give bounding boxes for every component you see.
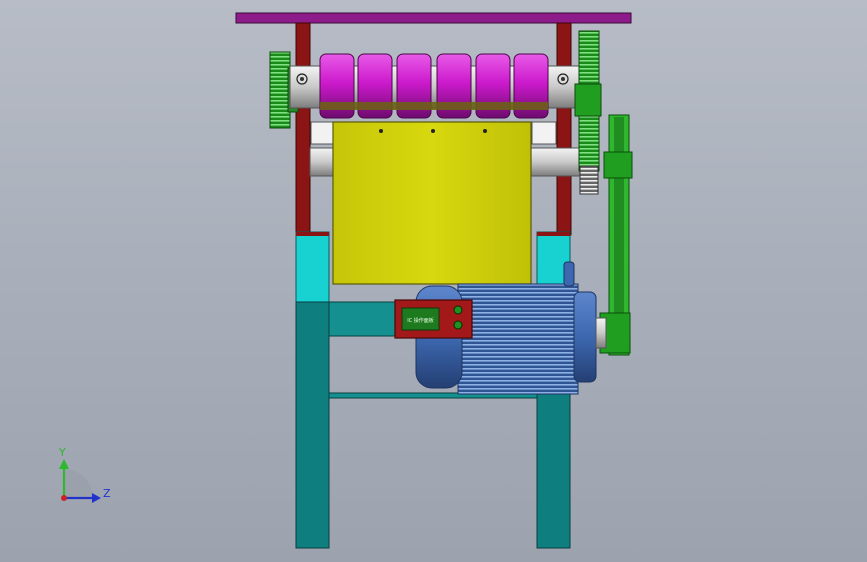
bearing-bolt-left bbox=[296, 73, 308, 85]
bracket-right[interactable] bbox=[531, 121, 557, 145]
z-arrowhead-icon bbox=[92, 493, 101, 503]
z-axis-label: Z bbox=[103, 487, 111, 500]
y-arrowhead-icon bbox=[59, 459, 69, 469]
control-button-bottom[interactable] bbox=[453, 320, 463, 330]
leg-left[interactable] bbox=[295, 231, 330, 549]
gear-right[interactable] bbox=[574, 30, 602, 195]
machine-model[interactable]: IC 操作面板 Y Z bbox=[0, 0, 867, 562]
control-box[interactable]: IC 操作面板 bbox=[394, 299, 473, 339]
graphics-viewport[interactable]: IC 操作面板 Y Z bbox=[0, 0, 867, 562]
hopper[interactable] bbox=[332, 121, 532, 285]
triad-quadrant bbox=[64, 469, 93, 498]
y-axis-label: Y bbox=[58, 446, 66, 459]
top-bar[interactable] bbox=[235, 12, 632, 24]
frame-upright-left[interactable] bbox=[295, 22, 311, 236]
control-button-top[interactable] bbox=[453, 305, 463, 315]
x-axis-dot bbox=[61, 495, 67, 501]
roller-grooves bbox=[320, 102, 548, 110]
coordinate-triad: Y Z bbox=[58, 446, 111, 503]
frame-upright-right[interactable] bbox=[556, 22, 572, 236]
control-screen-label: IC 操作面板 bbox=[407, 317, 434, 324]
pulley-top[interactable] bbox=[603, 151, 633, 179]
bracket-left[interactable] bbox=[310, 121, 336, 145]
belt-drive[interactable] bbox=[595, 114, 633, 356]
bearing-bolt-right bbox=[557, 73, 569, 85]
